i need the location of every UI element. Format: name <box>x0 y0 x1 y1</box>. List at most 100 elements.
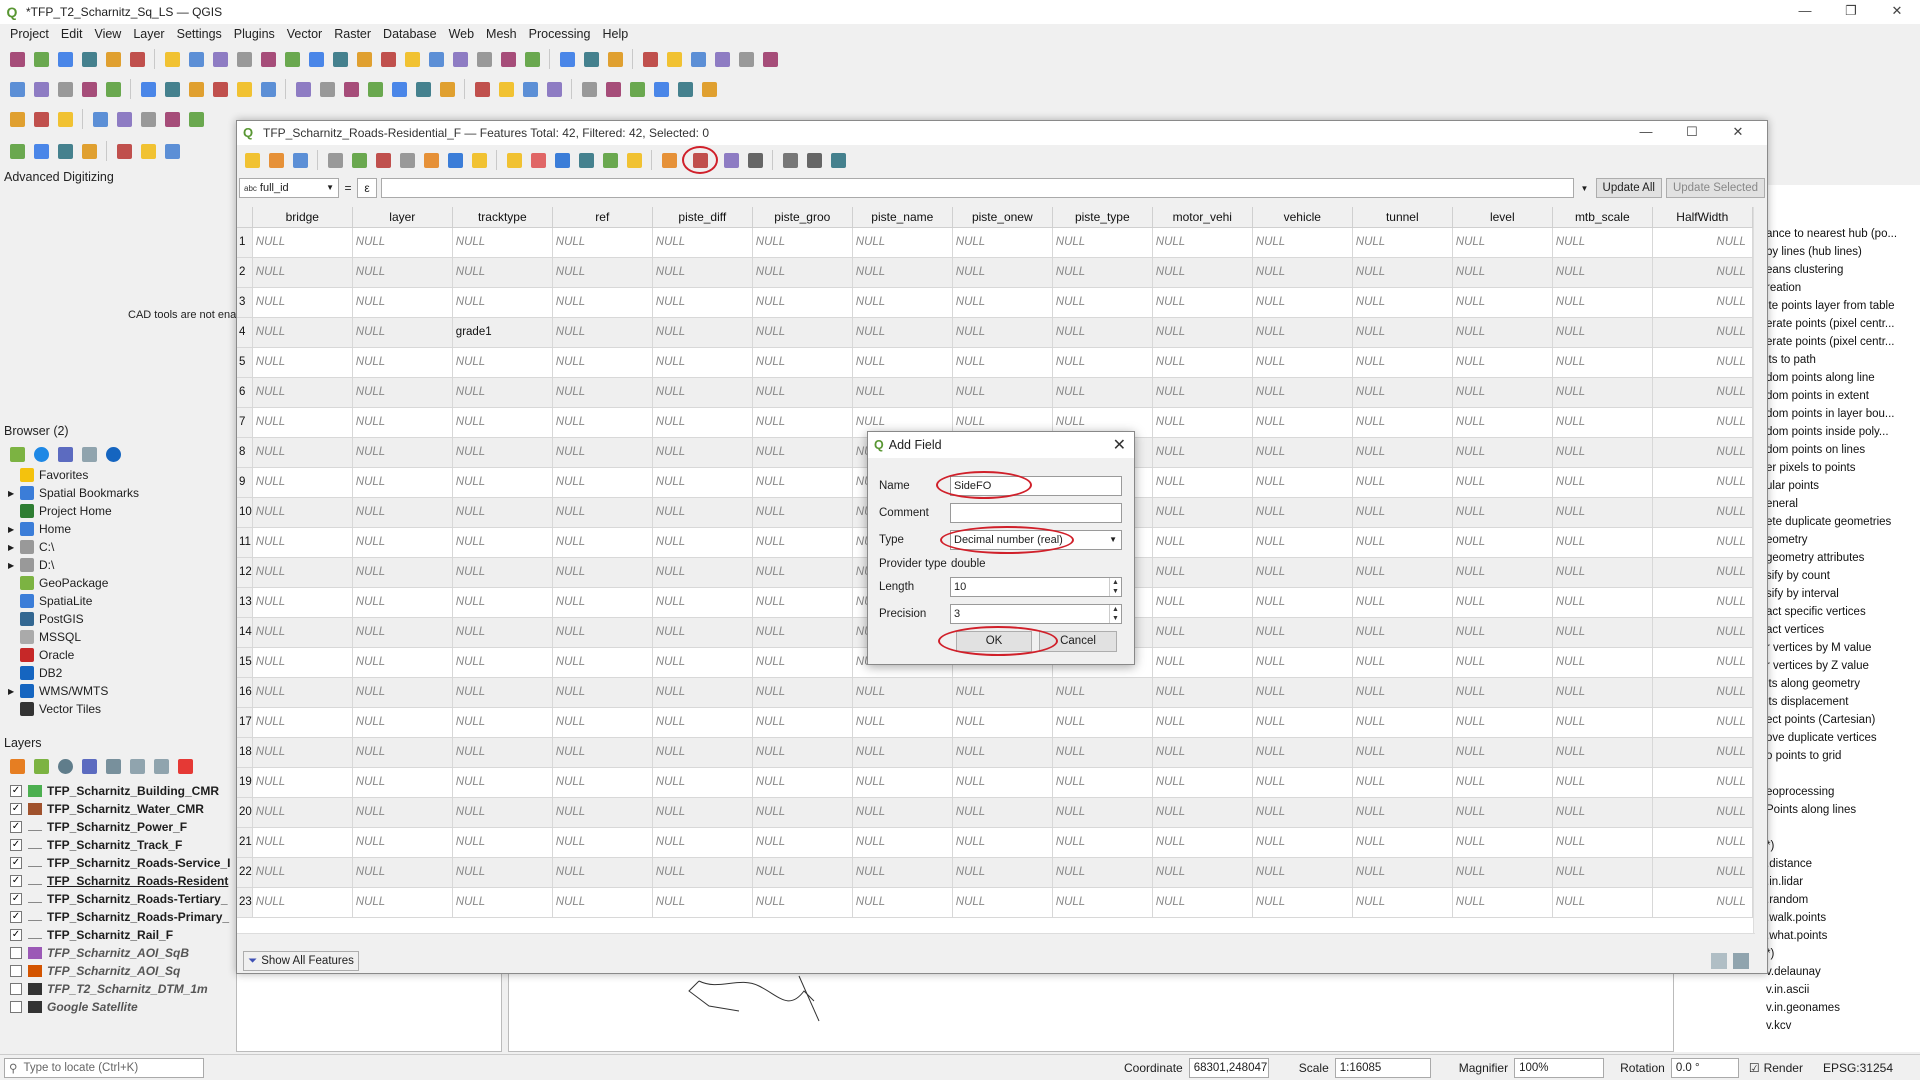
layer-item[interactable]: TFP_Scharnitz_AOI_Sq <box>10 962 236 980</box>
table-cell[interactable]: NULL <box>452 647 553 678</box>
table-cell[interactable]: NULL <box>1252 647 1353 678</box>
identify-icon[interactable] <box>257 78 279 100</box>
table-cell[interactable]: NULL <box>1452 347 1553 378</box>
table-cell[interactable]: NULL <box>752 797 853 828</box>
field-calculator-icon[interactable] <box>744 149 766 171</box>
update-selected-button[interactable]: Update Selected <box>1665 178 1765 198</box>
add-group-icon[interactable] <box>30 755 52 777</box>
open-table-icon[interactable] <box>281 48 303 70</box>
table-cell[interactable]: NULL <box>1352 227 1453 258</box>
rotation-field[interactable]: 0.0 ° <box>1670 1057 1739 1078</box>
table-cell[interactable]: NULL <box>752 407 853 438</box>
zoom-selection-icon[interactable] <box>658 149 680 171</box>
column-header[interactable]: vehicle <box>1252 207 1353 228</box>
column-header[interactable]: layer <box>352 207 453 228</box>
table-cell[interactable]: NULL <box>1152 347 1253 378</box>
table-cell[interactable]: NULL <box>752 647 853 678</box>
add-selected-icon[interactable] <box>6 443 28 465</box>
table-cell[interactable]: NULL <box>1552 287 1653 318</box>
table-cell[interactable]: NULL <box>352 407 453 438</box>
table-cell[interactable]: NULL <box>452 527 553 558</box>
table-cell[interactable]: NULL <box>452 377 553 408</box>
zoom-full-icon[interactable] <box>54 108 76 130</box>
table-cell[interactable]: NULL <box>852 707 953 738</box>
row-number[interactable]: 7 <box>237 407 253 438</box>
table-cell[interactable]: NULL <box>1152 287 1253 318</box>
statistics-icon[interactable] <box>316 78 338 100</box>
table-cell[interactable]: NULL <box>1252 707 1353 738</box>
zoom-in-icon[interactable] <box>6 108 28 130</box>
settings-icon[interactable] <box>329 48 351 70</box>
table-cell[interactable]: NULL <box>452 587 553 618</box>
column-header[interactable]: HalfWidth <box>1652 207 1753 228</box>
table-cell[interactable]: NULL <box>352 587 453 618</box>
column-header[interactable]: tracktype <box>452 207 553 228</box>
table-cell[interactable]: NULL <box>1252 497 1353 528</box>
table-cell[interactable]: NULL <box>1552 647 1653 678</box>
table-cell[interactable]: NULL <box>652 407 753 438</box>
python-icon[interactable] <box>519 78 541 100</box>
layer-visibility-checkbox[interactable] <box>10 1001 22 1013</box>
locator-input[interactable]: ⚲ Type to locate (Ctrl+K) <box>4 1057 204 1078</box>
row-number[interactable]: 22 <box>237 857 253 888</box>
table-row[interactable]: 22 NULL NULL NULL NULL NULL NULL NULL NULL NULL NU… <box>237 857 1753 888</box>
table-cell[interactable]: NULL <box>1452 587 1553 618</box>
table-cell[interactable]: NULL <box>452 617 553 648</box>
table-cell[interactable]: NULL <box>952 347 1053 378</box>
table-cell[interactable]: NULL <box>752 467 853 498</box>
new-map-view-icon[interactable] <box>185 78 207 100</box>
table-cell[interactable]: NULL <box>1152 497 1253 528</box>
layer-visibility-checkbox[interactable]: ✓ <box>10 875 22 887</box>
browser-item[interactable]: Oracle <box>8 646 236 664</box>
table-cell[interactable]: NULL <box>1652 407 1753 438</box>
table-cell[interactable]: NULL <box>1652 377 1753 408</box>
table-cell[interactable]: NULL <box>1452 707 1553 738</box>
table-cell[interactable]: NULL <box>1252 587 1353 618</box>
layer-item[interactable]: ✓ TFP_Scharnitz_Rail_F <box>10 926 236 944</box>
table-cell[interactable]: NULL <box>952 887 1053 918</box>
table-cell[interactable]: NULL <box>452 257 553 288</box>
new-map-view-icon[interactable] <box>185 108 207 130</box>
table-cell[interactable]: NULL <box>652 827 753 858</box>
row-number[interactable]: 18 <box>237 737 253 768</box>
menu-processing[interactable]: Processing <box>523 27 597 41</box>
row-number[interactable]: 10 <box>237 497 253 528</box>
layer-item[interactable]: ✓ TFP_Scharnitz_Power_F <box>10 818 236 836</box>
layer-item[interactable]: ✓ TFP_Scharnitz_Roads-Service_I <box>10 854 236 872</box>
new-field-icon[interactable] <box>682 146 718 174</box>
horizontal-scrollbar[interactable] <box>237 933 1755 947</box>
table-cell[interactable]: NULL <box>1052 347 1153 378</box>
table-cell[interactable]: NULL <box>1152 737 1253 768</box>
delete-field-icon[interactable] <box>720 149 742 171</box>
copy-icon[interactable] <box>420 149 442 171</box>
table-cell[interactable]: NULL <box>652 857 753 888</box>
table-cell[interactable]: NULL <box>252 257 353 288</box>
layer-visibility-checkbox[interactable]: ✓ <box>10 839 22 851</box>
menu-raster[interactable]: Raster <box>328 27 377 41</box>
table-cell[interactable]: NULL <box>1052 227 1153 258</box>
menu-database[interactable]: Database <box>377 27 443 41</box>
table-cell[interactable]: NULL <box>1652 677 1753 708</box>
table-cell[interactable]: NULL <box>1352 347 1453 378</box>
table-cell[interactable]: NULL <box>1252 317 1353 348</box>
refresh-icon[interactable] <box>30 443 52 465</box>
table-cell[interactable]: NULL <box>1652 347 1753 378</box>
table-cell[interactable]: NULL <box>552 767 653 798</box>
browser-item[interactable]: ▶ Spatial Bookmarks <box>8 484 236 502</box>
menu-edit[interactable]: Edit <box>55 27 89 41</box>
table-cell[interactable]: NULL <box>1152 377 1253 408</box>
table-cell[interactable]: NULL <box>352 767 453 798</box>
table-cell[interactable]: NULL <box>1552 707 1653 738</box>
layer-item[interactable]: TFP_T2_Scharnitz_DTM_1m <box>10 980 236 998</box>
table-cell[interactable]: NULL <box>1252 377 1353 408</box>
row-number[interactable]: 3 <box>237 287 253 318</box>
menu-mesh[interactable]: Mesh <box>480 27 523 41</box>
plugins-icon[interactable] <box>521 48 543 70</box>
table-cell[interactable]: NULL <box>552 437 653 468</box>
table-cell[interactable]: NULL <box>652 887 753 918</box>
table-cell[interactable]: NULL <box>252 617 353 648</box>
toggle-editing-icon[interactable] <box>241 149 263 171</box>
column-header[interactable]: level <box>1452 207 1553 228</box>
browser-item[interactable]: ▶ WMS/WMTS <box>8 682 236 700</box>
delete-feature-icon[interactable] <box>372 149 394 171</box>
